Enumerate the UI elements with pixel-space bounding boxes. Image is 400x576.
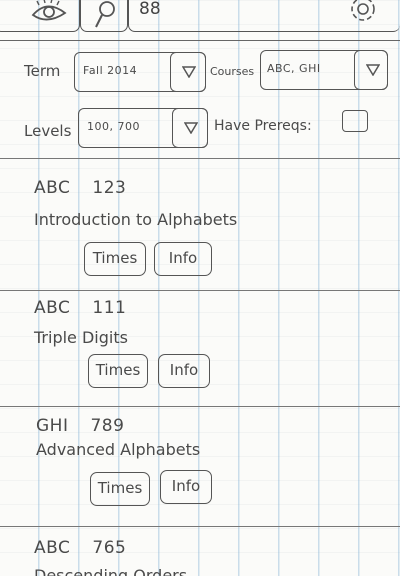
- course-code: GHI 789: [36, 416, 125, 436]
- course-code: ABC 765: [34, 538, 127, 558]
- toolbar-border: [0, 40, 400, 41]
- course-divider: [0, 526, 400, 527]
- term-value: Fall 2014: [83, 64, 138, 77]
- course-title: Introduction to Alphabets: [34, 210, 238, 229]
- search-button[interactable]: [80, 0, 128, 32]
- course-divider: [0, 406, 400, 407]
- course-divider: [0, 290, 400, 291]
- course-title: Descending Orders: [34, 566, 188, 576]
- dropdown-arrow-icon: [366, 64, 380, 76]
- levels-select[interactable]: 100, 700: [78, 108, 208, 148]
- dropdown-arrow-icon: [184, 122, 198, 134]
- levels-value: 100, 700: [87, 120, 140, 133]
- courses-label: Courses: [210, 65, 255, 78]
- course-code: ABC 111: [34, 298, 127, 318]
- course-code: ABC 123: [34, 178, 127, 198]
- eye-button[interactable]: [0, 0, 80, 32]
- info-button[interactable]: Info: [160, 470, 212, 504]
- times-button[interactable]: Times: [90, 472, 150, 506]
- course-title: Advanced Alphabets: [36, 440, 201, 459]
- times-button[interactable]: Times: [84, 242, 146, 276]
- prereqs-label: Have Prereqs:: [214, 118, 312, 134]
- course-card: ABC 765 Descending Orders: [0, 528, 400, 576]
- toolbar: 88: [0, 0, 400, 41]
- filter-panel: Term Fall 2014 Courses ABC, GHI Levels 1…: [0, 42, 400, 160]
- courses-dropdown-button[interactable]: [354, 50, 388, 90]
- apps-button[interactable]: 88: [128, 0, 400, 32]
- course-card: ABC 123 Introduction to Alphabets Times I…: [0, 160, 400, 290]
- levels-dropdown-button[interactable]: [172, 108, 208, 148]
- courses-select[interactable]: ABC, GHI: [260, 50, 388, 90]
- courses-value: ABC, GHI: [267, 62, 321, 75]
- term-label: Term: [24, 62, 61, 80]
- filters-border: [0, 158, 400, 159]
- dropdown-arrow-icon: [182, 66, 196, 78]
- term-dropdown-button[interactable]: [170, 52, 206, 92]
- levels-label: Levels: [24, 122, 72, 140]
- prereqs-checkbox[interactable]: [342, 110, 368, 132]
- course-title: Triple Digits: [34, 328, 128, 347]
- term-select[interactable]: Fall 2014: [74, 52, 206, 92]
- gear-icon: [351, 0, 375, 21]
- search-icon: [95, 1, 115, 28]
- eye-icon: [31, 0, 67, 21]
- course-card: GHI 789 Advanced Alphabets Times Info: [0, 408, 400, 526]
- times-button[interactable]: Times: [88, 354, 148, 388]
- course-card: ABC 111 Triple Digits Times Info: [0, 292, 400, 406]
- info-button[interactable]: Info: [154, 242, 212, 276]
- info-button[interactable]: Info: [158, 354, 210, 388]
